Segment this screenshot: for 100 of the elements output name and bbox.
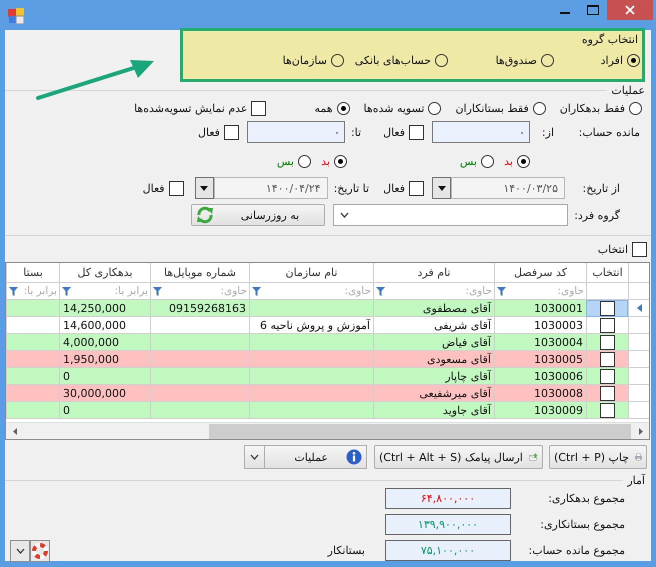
scrollbar[interactable] <box>6 422 649 439</box>
dropdown-button[interactable] <box>10 540 30 562</box>
checkbox-label[interactable]: فعال <box>198 126 220 138</box>
radio-button[interactable] <box>481 154 494 168</box>
radio-button[interactable] <box>629 102 642 114</box>
checkbox[interactable] <box>409 180 424 196</box>
field-label: مجموع مانده حساب: <box>528 544 626 557</box>
radio-label[interactable]: فقط بدهکاران <box>560 102 625 114</box>
dropdown-button[interactable] <box>432 177 451 199</box>
checkbox[interactable] <box>600 402 615 418</box>
maximize-icon <box>587 5 599 15</box>
radio-label[interactable]: فقط بستانکاران <box>455 102 529 114</box>
refresh-button[interactable]: به روزرسانی <box>191 204 325 226</box>
checkbox[interactable] <box>600 318 615 332</box>
filter-icon <box>9 286 18 296</box>
filter-icon <box>376 286 385 296</box>
scrollbar-thumb[interactable] <box>209 424 631 438</box>
field-label: مجموع بدهکاری: <box>547 492 626 505</box>
radio-label[interactable]: حساب‌های بانکی <box>354 54 431 67</box>
date-field[interactable]: ۱۴۰۰/۰۳/۲۵ <box>451 177 565 199</box>
checkbox-label[interactable]: فعال <box>383 182 405 194</box>
radio-button[interactable] <box>435 54 448 67</box>
filter-icon <box>153 286 162 296</box>
radio-label[interactable]: بس <box>460 154 477 168</box>
checkbox[interactable] <box>600 334 615 350</box>
date-field[interactable]: ۱۴۰۰/۰۴/۲۴ <box>214 177 328 199</box>
info-icon <box>346 449 362 465</box>
column-header[interactable]: شماره موبایل‌ها <box>150 263 249 283</box>
checkbox-label[interactable]: فعال <box>142 182 165 194</box>
row-header[interactable] <box>628 300 649 317</box>
radio-button[interactable] <box>532 102 546 114</box>
group-title: انتخاب گروه <box>580 33 639 46</box>
filter-field[interactable]: حاوی: <box>261 284 373 298</box>
column-header[interactable]: انتخاب <box>586 263 628 283</box>
radio-label[interactable]: افراد <box>600 54 623 67</box>
close-button[interactable] <box>607 0 653 20</box>
checkbox[interactable] <box>632 242 647 256</box>
help-button[interactable] <box>30 540 50 562</box>
checkbox[interactable] <box>409 124 424 140</box>
section-title: آمار <box>627 474 646 486</box>
filter-field[interactable]: برابر با: <box>71 284 150 298</box>
field-label: از تاریخ: <box>582 182 621 194</box>
checkbox[interactable] <box>600 368 615 384</box>
radio-label[interactable]: سازمان‌ها <box>282 54 327 67</box>
column-header[interactable]: بدهکاری کل <box>59 263 150 283</box>
checkbox-label[interactable]: انتخاب <box>598 242 628 256</box>
radio-button[interactable] <box>334 154 347 168</box>
checkbox[interactable] <box>251 100 266 116</box>
chevron-icon <box>340 212 349 218</box>
lifebuoy-icon <box>32 542 48 558</box>
radio-button[interactable] <box>428 102 442 114</box>
radio-button[interactable] <box>517 154 530 168</box>
checkbox-label[interactable]: فعال <box>383 126 405 138</box>
radio-button[interactable] <box>336 102 350 114</box>
minimize-icon <box>560 12 570 14</box>
print-button[interactable]: چاپ (Ctrl + P) <box>549 445 647 469</box>
field-label: از: <box>540 126 554 138</box>
checkbox[interactable] <box>600 301 614 316</box>
close-icon <box>625 5 635 15</box>
checkbox[interactable] <box>168 180 184 196</box>
table-cell: 0 <box>59 402 150 419</box>
dropdown-button[interactable] <box>194 177 214 199</box>
app-icon <box>8 8 24 24</box>
scroll-right-icon <box>638 428 642 434</box>
refresh-icon <box>196 206 214 224</box>
field-label: گروه فرد: <box>573 208 621 222</box>
filter-field[interactable]: حاوی: <box>385 284 494 298</box>
column-header[interactable]: بستا <box>6 263 59 283</box>
checkbox[interactable] <box>224 124 239 140</box>
checkbox[interactable] <box>600 352 615 366</box>
column-header[interactable]: نام فرد <box>373 263 494 283</box>
filter-field[interactable]: حاوی: <box>506 284 586 298</box>
filter-field[interactable]: برابر با: <box>18 284 59 298</box>
radio-label[interactable]: بد <box>321 154 330 168</box>
input-field[interactable]: ۰ <box>246 121 345 143</box>
radio-button[interactable] <box>331 54 344 67</box>
table-cell: 1030009 <box>494 402 586 419</box>
checkbox[interactable] <box>600 386 615 400</box>
radio-label[interactable]: بس <box>276 154 294 168</box>
filter-icon <box>497 286 506 296</box>
section-title: عملیات <box>611 84 646 96</box>
checkbox-label[interactable]: عدم نمایش تسویه‌شده‌ها <box>134 102 248 114</box>
radio-button[interactable] <box>298 154 311 168</box>
radio-button[interactable] <box>627 54 640 67</box>
radio-label[interactable]: همه <box>314 102 333 114</box>
column-header[interactable]: کد سرفصل <box>494 263 586 283</box>
radio-button[interactable] <box>541 54 554 67</box>
operations-dropdown[interactable]: عملیات <box>244 445 367 469</box>
filter-field[interactable]: حاوی: <box>162 284 249 298</box>
triangle-down-icon <box>438 186 446 190</box>
field-label: تا تاریخ: <box>334 182 370 194</box>
chevron-icon <box>250 454 259 460</box>
column-header[interactable]: نام سازمان <box>249 263 373 283</box>
triangle-down-icon <box>200 186 208 190</box>
radio-label[interactable]: تسویه شده‌ها <box>364 102 424 114</box>
filter-icon <box>252 286 261 296</box>
radio-label[interactable]: بد <box>504 154 513 168</box>
send-sms-button[interactable]: ارسال پیامک (Ctrl + Alt + S) <box>374 445 543 469</box>
radio-label[interactable]: صندوق‌ها <box>496 54 537 67</box>
input-field[interactable]: ۰ <box>432 121 530 143</box>
